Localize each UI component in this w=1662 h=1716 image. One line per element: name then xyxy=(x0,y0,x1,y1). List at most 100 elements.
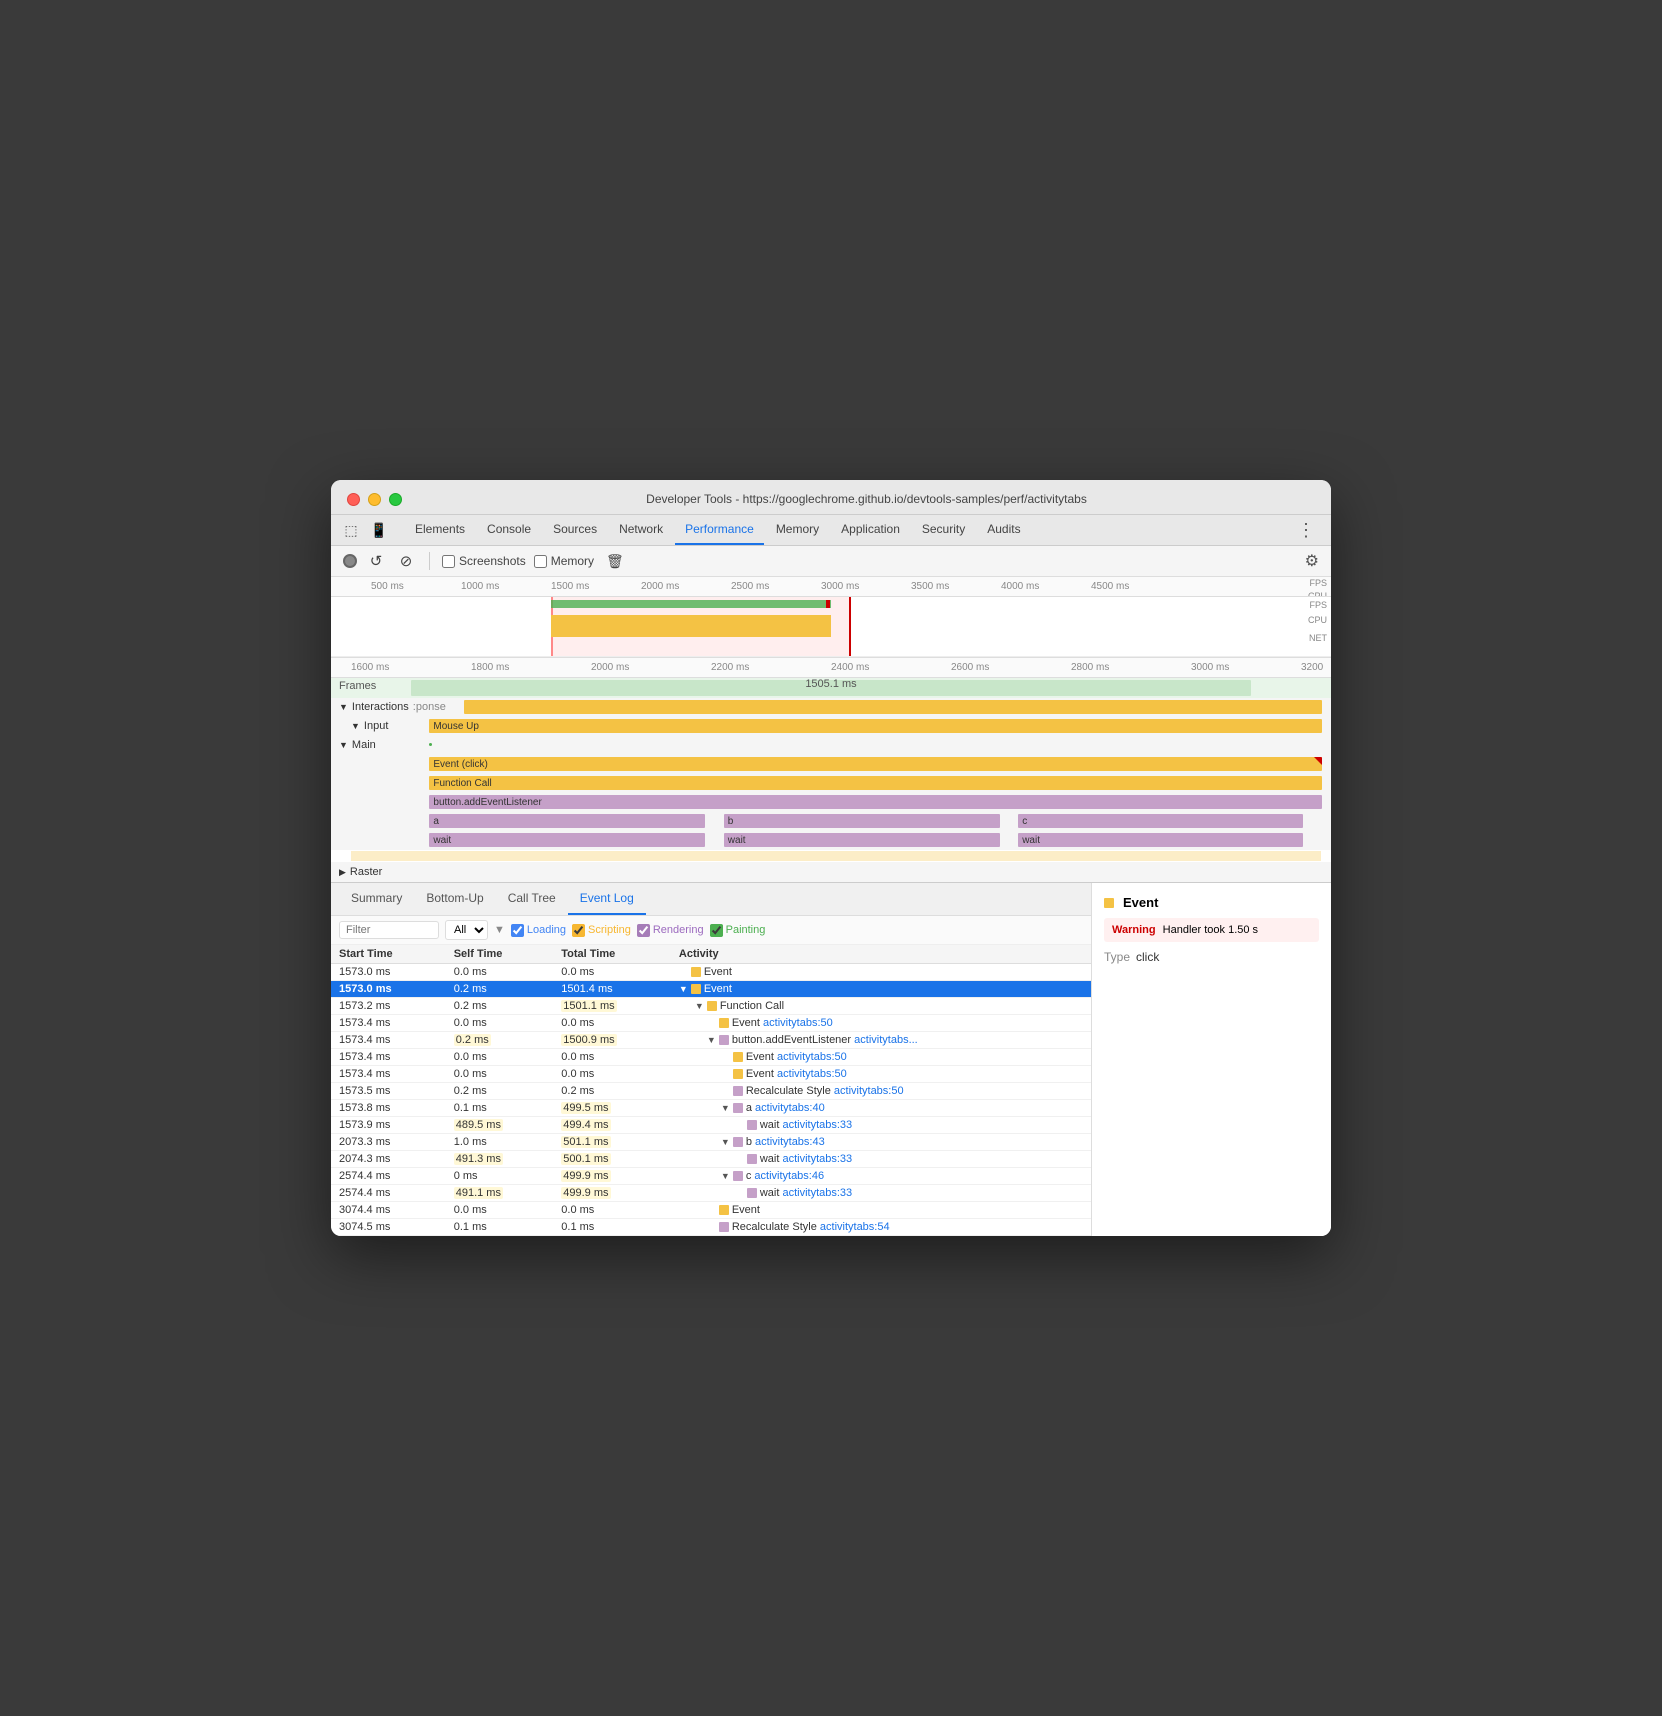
overview-bars[interactable]: FPS CPU NET xyxy=(331,597,1331,657)
table-row[interactable]: 1573.4 ms0.0 ms0.0 ms▼Event activitytabs… xyxy=(331,1015,1091,1032)
b-block[interactable]: b xyxy=(724,814,1000,828)
settings-icon[interactable]: ⚙ xyxy=(1305,551,1319,571)
cell-activity: ▼Event xyxy=(671,1202,1091,1219)
addeventlistener-block[interactable]: button.addEventListener xyxy=(429,795,1321,809)
tab-application[interactable]: Application xyxy=(831,515,910,545)
tab-elements[interactable]: Elements xyxy=(405,515,475,545)
c-block[interactable]: c xyxy=(1018,814,1303,828)
reload-button[interactable]: ↺ xyxy=(365,550,387,572)
expand-icon[interactable]: ▼ xyxy=(721,1171,730,1181)
screenshots-checkbox-input[interactable] xyxy=(442,555,455,568)
function-call-block[interactable]: Function Call xyxy=(429,776,1321,790)
record-button[interactable] xyxy=(343,554,357,568)
separator-1 xyxy=(429,552,430,570)
tab-summary[interactable]: Summary xyxy=(339,883,414,915)
filter-input[interactable] xyxy=(339,921,439,939)
raster-triangle[interactable]: ▶ xyxy=(339,867,346,878)
table-row[interactable]: 1573.8 ms0.1 ms499.5 ms▼a activitytabs:4… xyxy=(331,1100,1091,1117)
filter-select[interactable]: All xyxy=(445,920,488,940)
more-tabs-icon[interactable]: ⋮ xyxy=(1289,520,1323,541)
scripting-checkbox[interactable]: Scripting xyxy=(572,924,631,937)
event-table-scroll[interactable]: Start Time Self Time Total Time Activity… xyxy=(331,945,1091,1236)
rendering-checkbox-input[interactable] xyxy=(637,924,650,937)
table-row[interactable]: 1573.9 ms489.5 ms499.4 ms▼wait activityt… xyxy=(331,1117,1091,1134)
loading-checkbox-input[interactable] xyxy=(511,924,524,937)
expand-icon[interactable]: ▼ xyxy=(721,1137,730,1147)
painting-checkbox-input[interactable] xyxy=(710,924,723,937)
table-header: Start Time Self Time Total Time Activity xyxy=(331,945,1091,964)
scripting-checkbox-input[interactable] xyxy=(572,924,585,937)
rendering-checkbox[interactable]: Rendering xyxy=(637,924,704,937)
a-block[interactable]: a xyxy=(429,814,705,828)
memory-checkbox-input[interactable] xyxy=(534,555,547,568)
activity-link[interactable]: activitytabs:54 xyxy=(820,1221,890,1233)
maximize-button[interactable] xyxy=(389,493,402,506)
wait-3-block[interactable]: wait xyxy=(1018,833,1303,847)
table-row[interactable]: 1573.0 ms0.2 ms1501.4 ms▼Event xyxy=(331,981,1091,998)
inspect-icon[interactable]: ⬚ xyxy=(339,518,363,542)
input-triangle[interactable]: ▼ xyxy=(351,721,360,731)
activity-name: wait xyxy=(760,1187,780,1199)
cell-activity: ▼Recalculate Style activitytabs:50 xyxy=(671,1083,1091,1100)
interactions-triangle[interactable]: ▼ xyxy=(339,702,348,712)
tab-network[interactable]: Network xyxy=(609,515,673,545)
trash-button[interactable]: 🗑 xyxy=(606,553,624,570)
activity-link[interactable]: activitytabs:50 xyxy=(834,1085,904,1097)
clear-button[interactable]: ⊘ xyxy=(395,550,417,572)
table-row[interactable]: 2073.3 ms1.0 ms501.1 ms▼b activitytabs:4… xyxy=(331,1134,1091,1151)
cell-self-time: 0.2 ms xyxy=(446,981,554,998)
table-row[interactable]: 3074.4 ms0.0 ms0.0 ms▼Event xyxy=(331,1202,1091,1219)
tab-call-tree[interactable]: Call Tree xyxy=(496,883,568,915)
activity-link[interactable]: activitytabs... xyxy=(854,1034,918,1046)
cell-activity: ▼Event xyxy=(671,964,1091,981)
table-row[interactable]: 2074.3 ms491.3 ms500.1 ms▼wait activityt… xyxy=(331,1151,1091,1168)
tab-memory[interactable]: Memory xyxy=(766,515,829,545)
cell-total-time: 0.0 ms xyxy=(553,964,671,981)
close-button[interactable] xyxy=(347,493,360,506)
memory-checkbox[interactable]: Memory xyxy=(534,554,594,568)
event-click-block[interactable]: Event (click) xyxy=(429,757,1321,771)
expand-icon[interactable]: ▼ xyxy=(695,1001,704,1011)
expand-icon[interactable]: ▼ xyxy=(707,1035,716,1045)
tab-security[interactable]: Security xyxy=(912,515,975,545)
tab-sources[interactable]: Sources xyxy=(543,515,607,545)
minimize-button[interactable] xyxy=(368,493,381,506)
activity-name: Event xyxy=(746,1068,774,1080)
device-icon[interactable]: 📱 xyxy=(367,518,391,542)
table-row[interactable]: 3074.5 ms0.1 ms0.1 ms▼Recalculate Style … xyxy=(331,1219,1091,1236)
activity-icon xyxy=(719,1222,729,1232)
tab-event-log[interactable]: Event Log xyxy=(568,883,646,915)
wait-2-block[interactable]: wait xyxy=(724,833,1000,847)
table-row[interactable]: 1573.5 ms0.2 ms0.2 ms▼Recalculate Style … xyxy=(331,1083,1091,1100)
activity-link[interactable]: activitytabs:50 xyxy=(777,1068,847,1080)
table-row[interactable]: 2574.4 ms0 ms499.9 ms▼c activitytabs:46 xyxy=(331,1168,1091,1185)
tab-performance[interactable]: Performance xyxy=(675,515,764,545)
table-row[interactable]: 1573.4 ms0.2 ms1500.9 ms▼button.addEvent… xyxy=(331,1032,1091,1049)
activity-link[interactable]: activitytabs:40 xyxy=(755,1102,825,1114)
activity-link[interactable]: activitytabs:33 xyxy=(782,1153,852,1165)
expand-icon[interactable]: ▼ xyxy=(721,1103,730,1113)
table-row[interactable]: 1573.4 ms0.0 ms0.0 ms▼Event activitytabs… xyxy=(331,1049,1091,1066)
activity-link[interactable]: activitytabs:50 xyxy=(777,1051,847,1063)
table-row[interactable]: 2574.4 ms491.1 ms499.9 ms▼wait activityt… xyxy=(331,1185,1091,1202)
wait-1-block[interactable]: wait xyxy=(429,833,705,847)
tab-audits[interactable]: Audits xyxy=(977,515,1030,545)
expand-icon[interactable]: ▼ xyxy=(679,984,688,994)
painting-checkbox[interactable]: Painting xyxy=(710,924,766,937)
table-row[interactable]: 1573.4 ms0.0 ms0.0 ms▼Event activitytabs… xyxy=(331,1066,1091,1083)
tab-console[interactable]: Console xyxy=(477,515,541,545)
table-row[interactable]: 1573.0 ms0.0 ms0.0 ms▼Event xyxy=(331,964,1091,981)
table-row[interactable]: 1573.2 ms0.2 ms1501.1 ms▼Function Call xyxy=(331,998,1091,1015)
col-total-time: Total Time xyxy=(553,945,671,964)
screenshots-checkbox[interactable]: Screenshots xyxy=(442,554,526,568)
main-triangle[interactable]: ▼ xyxy=(339,740,348,750)
activity-link[interactable]: activitytabs:50 xyxy=(763,1017,833,1029)
input-row: ▼ Input Mouse Up xyxy=(331,717,1331,736)
activity-link[interactable]: activitytabs:43 xyxy=(755,1136,825,1148)
activity-link[interactable]: activitytabs:33 xyxy=(782,1187,852,1199)
loading-checkbox[interactable]: Loading xyxy=(511,924,566,937)
activity-link[interactable]: activitytabs:33 xyxy=(782,1119,852,1131)
cell-activity: ▼Function Call xyxy=(671,998,1091,1015)
tab-bottom-up[interactable]: Bottom-Up xyxy=(414,883,495,915)
activity-link[interactable]: activitytabs:46 xyxy=(754,1170,824,1182)
